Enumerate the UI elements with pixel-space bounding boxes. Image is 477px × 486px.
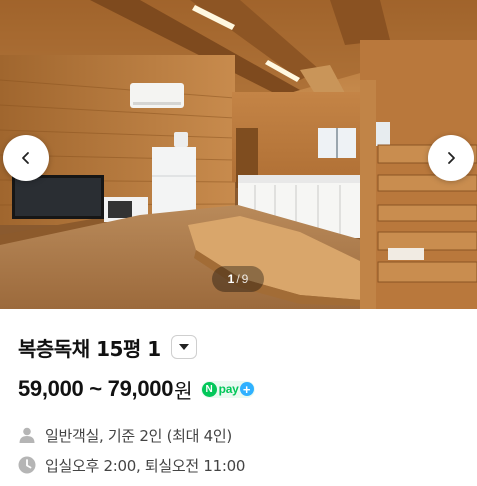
check-time-text: 입실오후 2:00, 퇴실오전 11:00	[45, 456, 246, 475]
price-row: 59,000 ~ 79,000 원 N pay +	[18, 374, 468, 404]
room-title: 복층독채 15평 1	[18, 336, 161, 361]
photo-counter-total: 9	[241, 272, 249, 286]
price-range: 59,000 ~ 79,000	[18, 376, 174, 401]
capacity-text: 일반객실, 기준 2인 (최대 4인)	[45, 426, 232, 445]
person-icon	[18, 426, 36, 444]
npay-badge: N pay +	[200, 380, 255, 398]
photo-counter: 1 / 9	[212, 266, 264, 292]
photo-carousel[interactable]: 1 / 9	[0, 0, 477, 309]
previous-photo-button[interactable]	[3, 135, 49, 181]
chevron-down-icon	[178, 343, 189, 351]
npay-label: pay	[218, 382, 239, 396]
npay-plus-icon: +	[239, 382, 254, 396]
room-meta-list: 일반객실, 기준 2인 (최대 4인) 입실오후 2:00, 퇴실오전 11:0…	[18, 422, 468, 478]
check-time-row: 입실오후 2:00, 퇴실오전 11:00	[18, 452, 468, 478]
capacity-row: 일반객실, 기준 2인 (최대 4인)	[18, 422, 468, 448]
photo-counter-current: 1	[227, 272, 235, 286]
npay-logo-icon: N	[201, 381, 217, 397]
clock-icon	[18, 456, 36, 474]
chevron-right-icon	[443, 150, 459, 166]
chevron-left-icon	[18, 150, 34, 166]
price-unit: 원	[174, 378, 193, 403]
room-title-row: 복층독채 15평 1	[18, 330, 468, 364]
room-photo	[0, 0, 477, 309]
room-select-dropdown-button[interactable]	[170, 335, 197, 359]
room-info: 복층독채 15평 1 59,000 ~ 79,000 원 N pay + 일반객…	[18, 330, 468, 482]
photo-counter-separator: /	[236, 272, 240, 286]
next-photo-button[interactable]	[428, 135, 474, 181]
